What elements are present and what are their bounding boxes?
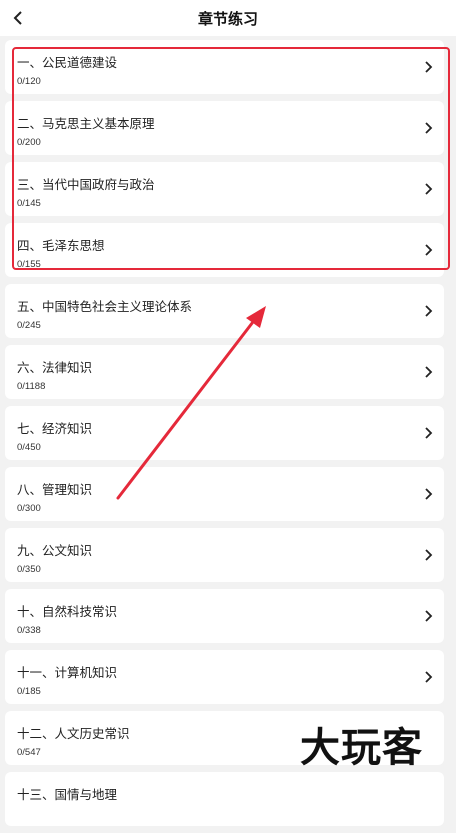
chevron-right-icon (425, 671, 433, 683)
chevron-right-icon (425, 610, 433, 622)
chapter-name: 十二、人文历史常识 (17, 726, 130, 741)
chevron-right-icon (425, 305, 433, 317)
chapter-progress: 0/300 (17, 503, 41, 514)
chapter-name: 二、马克思主义基本原理 (17, 116, 155, 131)
chapter-item[interactable]: 十一、计算机知识 0/185 (5, 650, 444, 704)
chapter-item[interactable]: 十、自然科技常识 0/338 (5, 589, 444, 643)
top-bar: 章节练习 (0, 0, 456, 36)
chapter-item[interactable]: 五、中国特色社会主义理论体系 0/245 (5, 284, 444, 338)
chevron-right-icon (425, 366, 433, 378)
chapter-item[interactable]: 八、管理知识 0/300 (5, 467, 444, 521)
chapter-item[interactable]: 七、经济知识 0/450 (5, 406, 444, 460)
chapter-progress: 0/155 (17, 259, 41, 270)
chevron-right-icon (425, 427, 433, 439)
chapter-name: 十、自然科技常识 (17, 604, 118, 619)
chapter-progress: 0/350 (17, 564, 41, 575)
chapter-item[interactable]: 六、法律知识 0/1188 (5, 345, 444, 399)
chapter-name: 九、公文知识 (17, 543, 93, 558)
chapter-list: 一、公民道德建设 0/120 二、马克思主义基本原理 0/200 三、当代中国政… (0, 40, 456, 833)
chapter-item[interactable]: 九、公文知识 0/350 (5, 528, 444, 582)
chapter-progress: 0/200 (17, 137, 41, 148)
page-title: 章节练习 (197, 10, 258, 28)
watermark-logo: 大玩客 (300, 725, 423, 771)
chevron-right-icon (425, 244, 433, 256)
chapter-item[interactable]: 一、公民道德建设 0/120 (5, 40, 444, 94)
chapter-progress: 0/450 (17, 442, 41, 453)
chapter-name: 十三、国情与地理 (17, 787, 118, 802)
chapter-progress: 0/245 (17, 320, 41, 331)
chevron-right-icon (425, 61, 433, 73)
chapter-item[interactable]: 十三、国情与地理 (5, 772, 444, 826)
chapter-item[interactable]: 二、马克思主义基本原理 0/200 (5, 101, 444, 155)
chapter-name: 一、公民道德建设 (17, 55, 118, 70)
chevron-right-icon (425, 488, 433, 500)
chapter-name: 三、当代中国政府与政治 (17, 177, 155, 192)
chapter-progress: 0/338 (17, 625, 41, 636)
chapter-name: 六、法律知识 (17, 360, 93, 375)
chapter-progress: 0/547 (17, 747, 41, 758)
chapter-name: 十一、计算机知识 (17, 665, 118, 680)
chapter-name: 八、管理知识 (17, 482, 93, 497)
chapter-name: 七、经济知识 (17, 421, 93, 436)
chevron-right-icon (425, 183, 433, 195)
chapter-name: 五、中国特色社会主义理论体系 (17, 299, 193, 314)
chapter-item[interactable]: 三、当代中国政府与政治 0/145 (5, 162, 444, 216)
chapter-name: 四、毛泽东思想 (17, 238, 105, 253)
chapter-progress: 0/120 (17, 76, 41, 87)
chevron-right-icon (425, 122, 433, 134)
chapter-progress: 0/145 (17, 198, 41, 209)
chevron-right-icon (425, 549, 433, 561)
chapter-item[interactable]: 四、毛泽东思想 0/155 (5, 223, 444, 277)
chapter-progress: 0/1188 (17, 381, 46, 392)
chapter-progress: 0/185 (17, 686, 41, 697)
